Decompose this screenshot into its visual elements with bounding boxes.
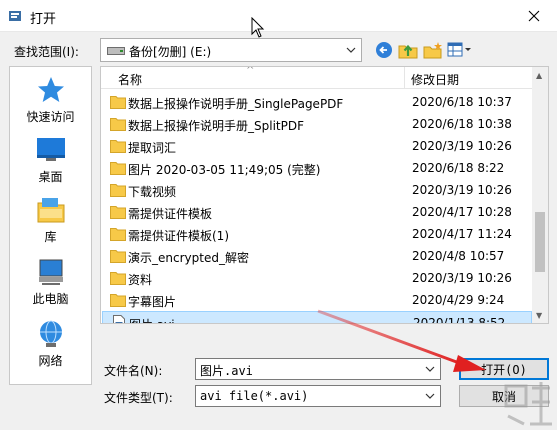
- column-date[interactable]: 修改日期: [411, 71, 459, 88]
- place-label: 桌面: [38, 170, 63, 184]
- folder-icon: [110, 272, 126, 285]
- place-network[interactable]: 网络: [10, 317, 91, 375]
- folder-icon: [110, 250, 126, 263]
- list-header: ^ 名称 修改日期: [101, 67, 548, 89]
- folder-icon: [110, 140, 126, 153]
- app-icon: [9, 11, 21, 21]
- column-name[interactable]: 名称: [118, 71, 142, 88]
- drive-icon: [107, 47, 125, 55]
- file-name: 数据上报操作说明手册_SinglePagePDF: [128, 97, 344, 111]
- view-grid-icon: [447, 42, 471, 57]
- view-menu-button[interactable]: [447, 40, 473, 60]
- chevron-down-icon: [425, 393, 435, 399]
- chevron-down-icon[interactable]: [425, 363, 435, 375]
- file-name: 资料: [128, 273, 153, 287]
- scroll-thumb[interactable]: [535, 212, 545, 272]
- folder-row[interactable]: 演示_encrypted_解密 2020/4/8 10:57: [102, 245, 532, 267]
- file-date: 2020/6/18 10:38: [412, 117, 512, 131]
- folder-icon: [110, 294, 126, 307]
- place-label: 此电脑: [32, 292, 69, 306]
- back-arrow-icon: [376, 42, 392, 58]
- open-button[interactable]: 打开(O): [459, 358, 549, 380]
- library-icon: [37, 198, 64, 223]
- new-folder-button[interactable]: [422, 40, 444, 60]
- file-name: 演示_encrypted_解密: [128, 251, 249, 265]
- file-date: 2020/3/19 10:26: [412, 271, 512, 285]
- folder-icon: [110, 206, 126, 219]
- folder-icon: [110, 96, 126, 109]
- file-name: 提取词汇: [128, 141, 177, 155]
- place-quick-access[interactable]: 快速访问: [10, 73, 91, 131]
- sort-caret-icon: ^: [246, 66, 255, 76]
- file-date: 2020/6/18 8:22: [412, 161, 505, 175]
- up-folder-icon: [398, 44, 418, 59]
- filetype-value: avi file(*.avi): [200, 389, 309, 403]
- file-row-selected[interactable]: 图片.avi 2020/1/13 8:52: [102, 311, 532, 324]
- scroll-up-icon[interactable]: ▲: [536, 71, 542, 80]
- filename-field[interactable]: 图片.avi: [195, 358, 441, 380]
- file-date: 2020/4/17 10:28: [412, 205, 512, 219]
- place-label: 快速访问: [26, 110, 75, 124]
- folder-row[interactable]: 图片 2020-03-05 11;49;05 (完整) 2020/6/18 8:2…: [102, 157, 532, 179]
- title-bar: 打开: [0, 0, 557, 32]
- file-date: 2020/1/13 8:52: [413, 316, 506, 324]
- new-folder-icon: [423, 42, 442, 59]
- lookin-dropdown[interactable]: 备份[勿删] (E:): [100, 38, 362, 62]
- folder-icon: [110, 184, 126, 197]
- up-folder-button[interactable]: [398, 40, 418, 60]
- computer-icon: [38, 259, 63, 285]
- file-name: 图片.avi: [129, 316, 175, 323]
- file-date: 2020/3/19 10:26: [412, 183, 512, 197]
- folder-row[interactable]: 字幕图片 2020/4/29 9:24: [102, 289, 532, 311]
- filetype-dropdown[interactable]: avi file(*.avi): [195, 385, 441, 407]
- file-name: 需提供证件模板(1): [128, 229, 229, 243]
- lookin-value: 备份[勿删] (E:): [129, 45, 212, 59]
- file-name: 字幕图片: [128, 295, 177, 309]
- file-name: 图片 2020-03-05 11;49;05 (完整): [128, 163, 321, 177]
- file-date: 2020/3/19 10:26: [412, 139, 512, 153]
- folder-icon: [110, 228, 126, 241]
- lookin-label: 查找范围(I):: [14, 45, 79, 59]
- vertical-scrollbar[interactable]: ▲ ▼: [532, 67, 548, 323]
- file-name: 需提供证件模板: [128, 207, 213, 221]
- file-date: 2020/4/29 9:24: [412, 293, 505, 307]
- folder-row[interactable]: 提取词汇 2020/3/19 10:26: [102, 135, 532, 157]
- network-icon: [39, 320, 62, 347]
- filename-label: 文件名(N):: [104, 364, 163, 378]
- filename-value: 图片.avi: [200, 364, 253, 378]
- file-date: 2020/4/8 10:57: [412, 249, 505, 263]
- video-file-icon: [113, 315, 125, 323]
- close-icon: [528, 10, 540, 22]
- file-name: 数据上报操作说明手册_SplitPDF: [128, 119, 304, 133]
- window-title: 打开: [30, 12, 57, 27]
- close-button[interactable]: [511, 0, 557, 32]
- folder-icon: [110, 118, 126, 131]
- file-name: 下载视频: [128, 185, 177, 199]
- column-divider: [404, 67, 405, 89]
- file-date: 2020/4/17 11:24: [412, 227, 512, 241]
- place-this-pc[interactable]: 此电脑: [10, 255, 91, 313]
- folder-row[interactable]: 需提供证件模板(1) 2020/4/17 11:24: [102, 223, 532, 245]
- place-desktop[interactable]: 桌面: [10, 133, 91, 191]
- mouse-cursor-icon: [251, 17, 265, 38]
- filetype-label: 文件类型(T):: [104, 391, 173, 405]
- folder-row[interactable]: 下载视频 2020/3/19 10:26: [102, 179, 532, 201]
- back-button[interactable]: [374, 40, 394, 60]
- watermark-logo-icon: [504, 382, 552, 426]
- folder-row[interactable]: 需提供证件模板 2020/4/17 10:28: [102, 201, 532, 223]
- file-list[interactable]: ^ 名称 修改日期 数据上报操作说明手册_SinglePagePDF 2020/6…: [100, 66, 549, 324]
- folder-row[interactable]: 数据上报操作说明手册_SinglePagePDF 2020/6/18 10:37: [102, 91, 532, 113]
- file-date: 2020/6/18 10:37: [412, 95, 512, 109]
- place-label: 网络: [38, 354, 63, 368]
- folder-icon: [110, 162, 126, 175]
- desktop-icon: [36, 138, 65, 161]
- places-bar: 快速访问 桌面 库 此电脑 网络: [9, 66, 92, 385]
- place-label: 库: [44, 230, 57, 244]
- folder-row[interactable]: 资料 2020/3/19 10:26: [102, 267, 532, 289]
- star-icon: [37, 77, 64, 102]
- folder-row[interactable]: 数据上报操作说明手册_SplitPDF 2020/6/18 10:38: [102, 113, 532, 135]
- chevron-down-icon: [346, 47, 356, 53]
- place-library[interactable]: 库: [10, 193, 91, 251]
- scroll-down-icon[interactable]: ▼: [536, 311, 542, 320]
